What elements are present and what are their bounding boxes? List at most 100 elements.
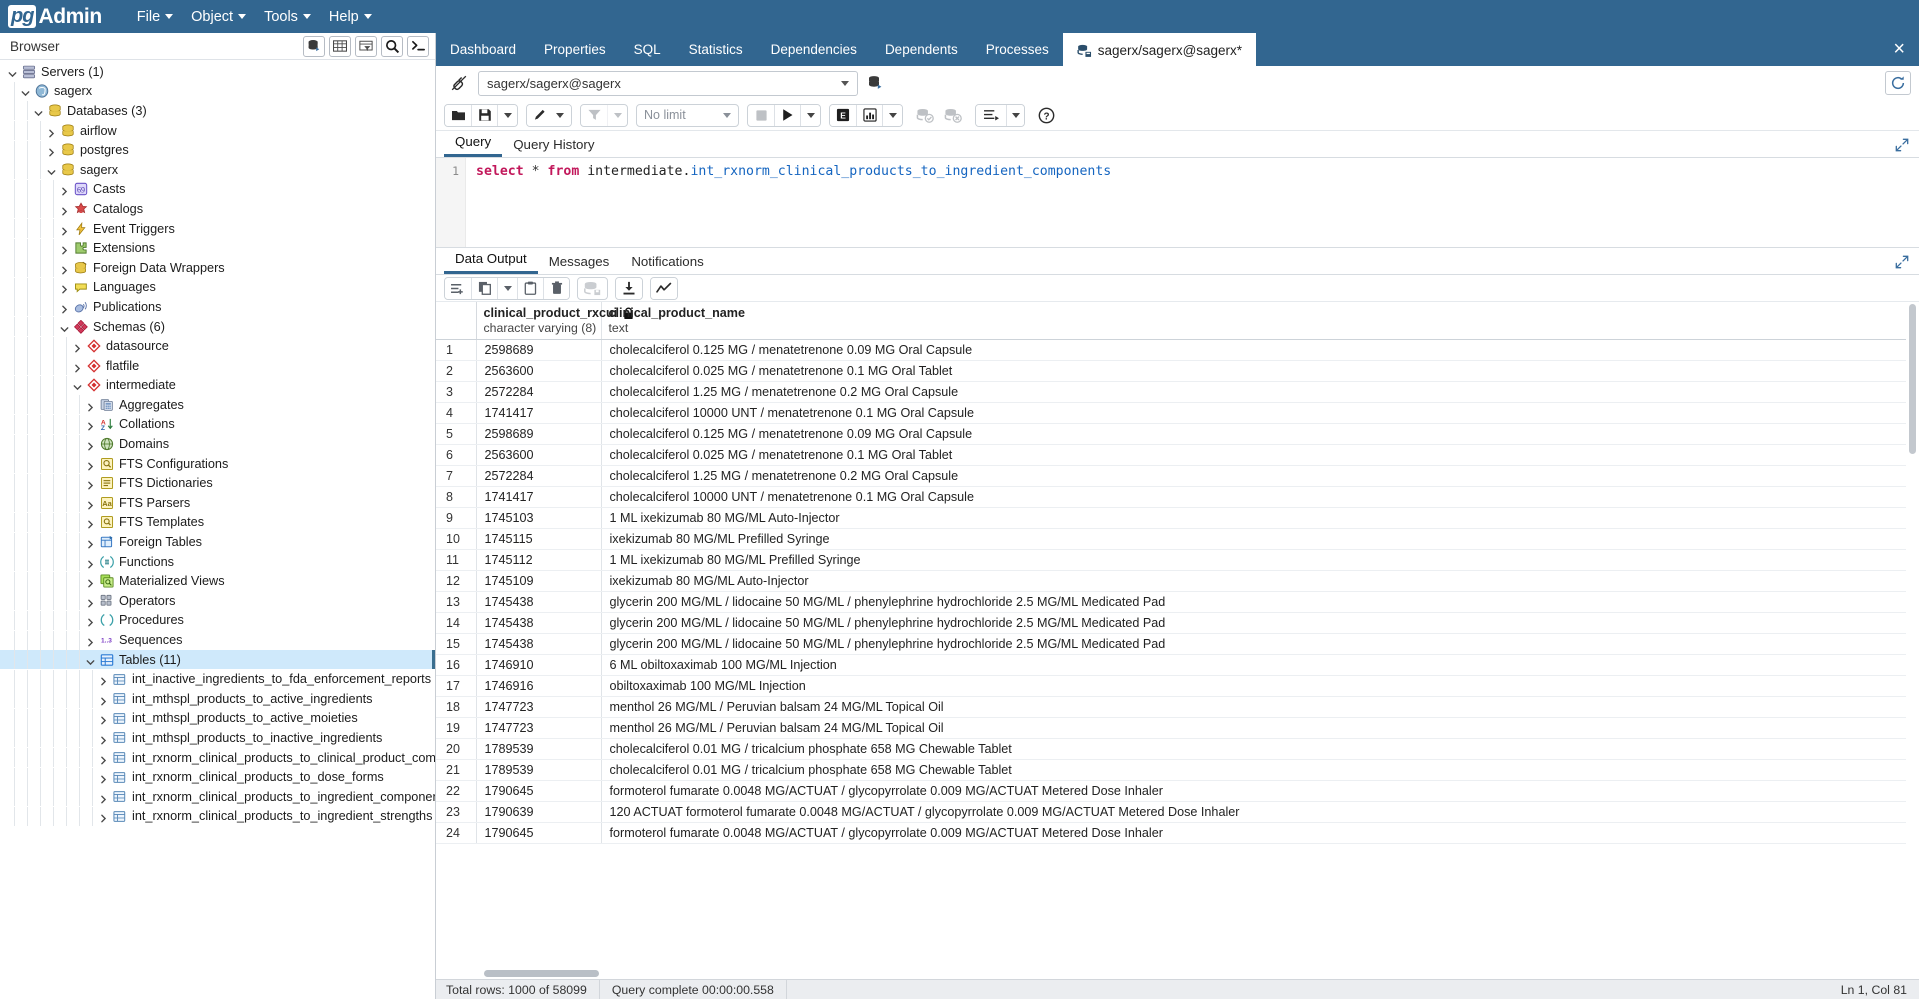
tree-node-fts-configurations[interactable]: FTS Configurations — [0, 454, 435, 474]
cell-clinical-product-name[interactable]: 1 ML ixekizumab 80 MG/ML Auto-Injector — [601, 507, 1919, 529]
open-file-button[interactable] — [445, 104, 471, 126]
filter-dropdown-button[interactable] — [607, 104, 627, 126]
cell-clinical-product-rxcui[interactable]: 1747723 — [476, 696, 602, 718]
execute-query-button[interactable] — [774, 104, 800, 126]
cell-clinical-product-rxcui[interactable]: 1745103 — [476, 507, 602, 529]
browser-grid-icon[interactable] — [329, 35, 351, 57]
commit-button[interactable] — [911, 104, 939, 126]
browser-search-icon[interactable] — [381, 35, 403, 57]
cell-clinical-product-name[interactable]: cholecalciferol 1.25 MG / menatetrenone … — [601, 465, 1919, 487]
output-tab-notifications[interactable]: Notifications — [620, 251, 714, 274]
table-row[interactable]: 5 2598689 cholecalciferol 0.125 MG / menat… — [436, 423, 1919, 445]
tree-node-int-rxnorm-clinical-products-to-ingredient-components[interactable]: int_rxnorm_clinical_products_to_ingredie… — [0, 787, 435, 807]
table-row[interactable]: 21 1789539 cholecalciferol 0.01 MG / trica… — [436, 759, 1919, 781]
tree-node-fts-templates[interactable]: FTS Templates — [0, 512, 435, 533]
cell-clinical-product-rxcui[interactable]: 1790639 — [476, 801, 602, 823]
edit-button[interactable] — [527, 104, 553, 126]
tree-node-domains[interactable]: Domains — [0, 434, 435, 454]
cell-clinical-product-name[interactable]: menthol 26 MG/ML / Peruvian balsam 24 MG… — [601, 717, 1919, 739]
sql-code[interactable]: select * from intermediate.int_rxnorm_cl… — [466, 158, 1919, 247]
menu-object[interactable]: Object — [182, 5, 255, 29]
tree-node-datasource[interactable]: datasource — [0, 336, 435, 356]
connection-select[interactable]: sagerx/sagerx@sagerx — [478, 70, 858, 96]
table-row[interactable]: 12 1745109 ixekizumab 80 MG/ML Auto-Inject… — [436, 570, 1919, 592]
help-button[interactable]: ? — [1033, 104, 1059, 126]
tree-node-fts-parsers[interactable]: Aa FTS Parsers — [0, 493, 435, 513]
maximize-editor-icon[interactable] — [1895, 138, 1909, 152]
table-row[interactable]: 11 1745112 1 ML ixekizumab 80 MG/ML Prefil… — [436, 549, 1919, 571]
object-tab-sql[interactable]: SQL — [620, 33, 675, 66]
row-limit-select[interactable]: No limit — [636, 103, 739, 127]
tree-node-sequences[interactable]: 1..3 Sequences — [0, 630, 435, 650]
tree-node-airflow[interactable]: airflow — [0, 121, 435, 141]
chevron-right-icon[interactable] — [60, 202, 72, 216]
chevron-right-icon[interactable] — [99, 672, 111, 686]
cell-clinical-product-name[interactable]: cholecalciferol 0.01 MG / tricalcium pho… — [601, 759, 1919, 781]
cell-clinical-product-rxcui[interactable]: 2598689 — [476, 339, 602, 361]
chevron-down-icon[interactable] — [47, 163, 59, 177]
cell-clinical-product-name[interactable]: cholecalciferol 0.01 MG / tricalcium pho… — [601, 738, 1919, 760]
chevron-right-icon[interactable] — [86, 496, 98, 510]
cell-clinical-product-name[interactable]: glycerin 200 MG/ML / lidocaine 50 MG/ML … — [601, 633, 1919, 655]
chevron-right-icon[interactable] — [60, 280, 72, 294]
chevron-right-icon[interactable] — [86, 613, 98, 627]
cell-clinical-product-rxcui[interactable]: 1745109 — [476, 570, 602, 592]
table-row[interactable]: 4 1741417 cholecalciferol 10000 UNT / mena… — [436, 402, 1919, 424]
table-row[interactable]: 7 2572284 cholecalciferol 1.25 MG / menate… — [436, 465, 1919, 487]
table-row[interactable]: 10 1745115 ixekizumab 80 MG/ML Prefilled S… — [436, 528, 1919, 550]
object-tab-dashboard[interactable]: Dashboard — [436, 33, 530, 66]
tree-node-int-inactive-ingredients-to-fda-enforcement-reports[interactable]: int_inactive_ingredients_to_fda_enforcem… — [0, 669, 435, 689]
macros-button[interactable] — [976, 104, 1006, 126]
object-tab-properties[interactable]: Properties — [530, 33, 620, 66]
macros-dropdown-button[interactable] — [1006, 104, 1024, 126]
tree-node-int-rxnorm-clinical-products-to-dose-forms[interactable]: int_rxnorm_clinical_products_to_dose_for… — [0, 767, 435, 787]
explain-dropdown-button[interactable] — [882, 104, 902, 126]
chevron-down-icon[interactable] — [21, 84, 33, 98]
menu-help[interactable]: Help — [320, 5, 381, 29]
tree-node-int-rxnorm-clinical-products-to-ingredient-strengths[interactable]: int_rxnorm_clinical_products_to_ingredie… — [0, 806, 435, 827]
cell-clinical-product-rxcui[interactable]: 1741417 — [476, 402, 602, 424]
chevron-down-icon[interactable] — [86, 653, 98, 667]
cell-clinical-product-rxcui[interactable]: 2572284 — [476, 381, 602, 403]
data-output-grid[interactable]: clinical_product_rxcui character varying… — [436, 302, 1919, 979]
table-row[interactable]: 14 1745438 glycerin 200 MG/ML / lidocaine … — [436, 612, 1919, 634]
cell-clinical-product-rxcui[interactable]: 1745112 — [476, 549, 602, 571]
tree-node-postgres[interactable]: postgres — [0, 140, 435, 160]
tree-node-functions[interactable]: Functions — [0, 552, 435, 572]
chevron-right-icon[interactable] — [99, 751, 111, 765]
table-row[interactable]: 17 1746916 obiltoxaximab 100 MG/ML Injecti… — [436, 675, 1919, 697]
browser-filter-icon[interactable] — [355, 35, 377, 57]
cell-clinical-product-name[interactable]: 1 ML ixekizumab 80 MG/ML Prefilled Syrin… — [601, 549, 1919, 571]
chevron-right-icon[interactable] — [86, 417, 98, 431]
chevron-right-icon[interactable] — [86, 594, 98, 608]
graph-visualiser-button[interactable] — [651, 277, 677, 299]
table-row[interactable]: 2 2563600 cholecalciferol 0.025 MG / menat… — [436, 360, 1919, 382]
column-header-rxcui[interactable]: clinical_product_rxcui character varying… — [476, 302, 633, 340]
chevron-right-icon[interactable] — [47, 124, 59, 138]
add-row-button[interactable] — [445, 277, 471, 299]
chevron-right-icon[interactable] — [86, 457, 98, 471]
object-tab-statistics[interactable]: Statistics — [675, 33, 757, 66]
object-tab-dependents[interactable]: Dependents — [871, 33, 972, 66]
chevron-right-icon[interactable] — [60, 261, 72, 275]
tree-node-sagerx[interactable]: sagerx — [0, 160, 435, 180]
tree-node-schemas-6[interactable]: Schemas (6) — [0, 317, 435, 337]
chevron-right-icon[interactable] — [99, 809, 111, 823]
column-header-name[interactable]: clinical_product_name text — [601, 302, 1919, 340]
table-row[interactable]: 1 2598689 cholecalciferol 0.125 MG / menat… — [436, 339, 1919, 361]
execute-dropdown-button[interactable] — [800, 104, 820, 126]
chevron-right-icon[interactable] — [86, 574, 98, 588]
chevron-right-icon[interactable] — [99, 731, 111, 745]
cell-clinical-product-name[interactable]: menthol 26 MG/ML / Peruvian balsam 24 MG… — [601, 696, 1919, 718]
tree-node-int-mthspl-products-to-active-moieties[interactable]: int_mthspl_products_to_active_moieties — [0, 708, 435, 729]
chevron-down-icon[interactable] — [34, 104, 46, 118]
tree-node-languages[interactable]: Languages — [0, 277, 435, 298]
maximize-output-icon[interactable] — [1895, 255, 1909, 269]
cell-clinical-product-rxcui[interactable]: 1745438 — [476, 591, 602, 613]
tree-node-int-rxnorm-clinical-products-to-clinical-product-componen[interactable]: int_rxnorm_clinical_products_to_clinical… — [0, 748, 435, 768]
cell-clinical-product-rxcui[interactable]: 2563600 — [476, 444, 602, 466]
cell-clinical-product-rxcui[interactable]: 2598689 — [476, 423, 602, 445]
save-data-changes-button[interactable] — [578, 277, 607, 299]
cell-clinical-product-rxcui[interactable]: 2563600 — [476, 360, 602, 382]
cell-clinical-product-rxcui[interactable]: 1789539 — [476, 738, 602, 760]
